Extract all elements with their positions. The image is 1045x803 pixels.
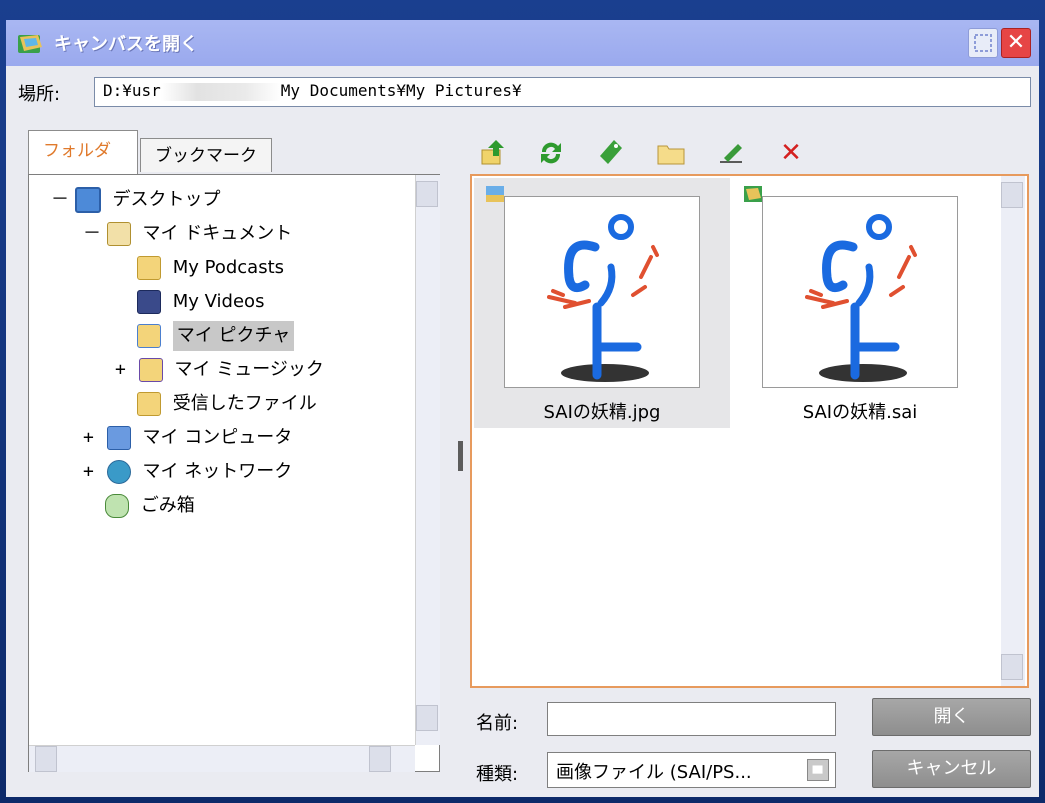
tree-item-my-videos[interactable]: My Videos	[137, 287, 264, 317]
sai-fairy-illustration	[805, 214, 917, 382]
location-path-end: My Documents¥My Pictures¥	[280, 81, 522, 100]
delete-button[interactable]: ✕	[774, 136, 808, 170]
my-documents-icon	[106, 222, 131, 246]
scroll-up-button[interactable]	[416, 181, 438, 207]
tree-item-label: ごみ箱	[140, 495, 195, 516]
up-folder-icon	[481, 140, 504, 165]
scroll-up-button[interactable]	[1001, 182, 1023, 208]
expand-toggle[interactable]: +	[83, 457, 101, 487]
tree-item-label: マイ ネットワーク	[142, 461, 293, 482]
pane-splitter[interactable]	[458, 441, 463, 471]
dialog-window: キャンバスを開く ✕ 場所: D:¥usr My Documents¥My Pic…	[0, 0, 1045, 803]
tree-item-label: My Videos	[172, 291, 265, 312]
files-vertical-scrollbar[interactable]	[1001, 176, 1025, 686]
file-item-jpg[interactable]: SAIの妖精.jpg	[474, 178, 730, 428]
up-folder-button[interactable]	[476, 136, 510, 170]
tree-item-label: マイ コンピュータ	[142, 427, 293, 448]
tree-item-received-files[interactable]: 受信したファイル	[137, 389, 317, 419]
tree-vertical-scrollbar[interactable]	[415, 175, 440, 745]
scroll-right-button[interactable]	[369, 746, 391, 772]
tree-item-label: My Podcasts	[172, 257, 285, 278]
title-bar[interactable]: キャンバスを開く ✕	[6, 20, 1039, 66]
sai-app-icon	[18, 35, 42, 53]
rename-icon	[720, 144, 742, 163]
delete-icon: ✕	[780, 138, 802, 168]
thumbnail-preview	[762, 196, 958, 388]
collapse-toggle[interactable]: －	[51, 185, 69, 215]
tree-horizontal-scrollbar[interactable]	[29, 745, 415, 772]
maximize-button[interactable]	[968, 28, 998, 58]
dialog-title: キャンバスを開く	[54, 34, 198, 55]
refresh-button[interactable]	[534, 136, 568, 170]
scroll-left-button[interactable]	[35, 746, 57, 772]
scroll-down-button[interactable]	[416, 705, 438, 731]
sai-file-badge-icon	[744, 186, 762, 202]
filetype-value: 画像ファイル (SAI/PS...	[556, 762, 752, 783]
rename-button[interactable]	[714, 136, 748, 170]
bookmark-tag-icon	[600, 140, 622, 164]
expand-toggle[interactable]: +	[115, 355, 133, 385]
filetype-label: 種類:	[476, 764, 519, 785]
filename-label: 名前:	[476, 713, 519, 734]
add-bookmark-button[interactable]	[594, 136, 628, 170]
pictures-folder-icon	[137, 324, 161, 348]
tab-bookmarks[interactable]: ブックマーク	[140, 138, 272, 172]
folder-tree: － デスクトップ － マイ ドキュメント My Podcasts My Vide…	[28, 174, 440, 772]
collapse-toggle[interactable]: －	[83, 219, 101, 249]
network-icon	[106, 460, 131, 484]
expand-toggle[interactable]: +	[83, 423, 101, 453]
location-label: 場所:	[18, 84, 61, 105]
location-path-start: D:¥usr	[103, 81, 161, 100]
tree-item-label: マイ ピクチャ	[172, 321, 295, 351]
scroll-down-button[interactable]	[1001, 654, 1023, 680]
tree-item-my-computer[interactable]: + マイ コンピュータ	[83, 423, 292, 453]
tree-item-my-network[interactable]: + マイ ネットワーク	[83, 457, 292, 487]
redacted-username	[160, 82, 281, 101]
computer-icon	[106, 426, 131, 450]
thumbnail-preview	[504, 196, 700, 388]
tree-item-recycle-bin[interactable]: ごみ箱	[105, 491, 195, 521]
chevron-down-icon	[812, 765, 823, 774]
folder-icon	[137, 256, 161, 280]
dropdown-arrow-icon[interactable]	[807, 759, 829, 781]
refresh-icon	[541, 142, 561, 164]
desktop-icon	[74, 187, 101, 213]
tree-item-label: デスクトップ	[112, 189, 221, 210]
videos-folder-icon	[137, 290, 161, 314]
filetype-select[interactable]: 画像ファイル (SAI/PS...	[547, 752, 836, 788]
cancel-button[interactable]: キャンセル	[872, 750, 1031, 788]
tree-item-my-podcasts[interactable]: My Podcasts	[137, 253, 284, 283]
file-name: SAIの妖精.sai	[802, 402, 918, 423]
tree-item-my-documents[interactable]: － マイ ドキュメント	[83, 219, 292, 249]
sai-fairy-illustration	[547, 214, 659, 382]
file-list: SAIの妖精.jpg SAIの妖精.sai	[470, 174, 1029, 688]
recycle-bin-icon	[105, 494, 129, 518]
tree-item-label: マイ ドキュメント	[142, 223, 293, 244]
tab-folders[interactable]: フォルダ	[28, 130, 138, 174]
tree-item-my-music[interactable]: + マイ ミュージック	[115, 355, 324, 385]
music-folder-icon	[138, 358, 163, 382]
close-icon: ✕	[1006, 30, 1026, 55]
maximize-icon	[974, 34, 992, 52]
location-field[interactable]: D:¥usr My Documents¥My Pictures¥	[94, 77, 1031, 107]
folder-icon	[137, 392, 161, 416]
close-button[interactable]: ✕	[1001, 28, 1031, 58]
open-button[interactable]: 開く	[872, 698, 1031, 736]
tree-item-label: 受信したファイル	[172, 393, 317, 414]
new-folder-icon	[657, 145, 685, 165]
image-file-badge-icon	[486, 186, 504, 202]
tree-item-label: マイ ミュージック	[174, 359, 324, 380]
filename-input[interactable]	[547, 702, 836, 736]
new-folder-button[interactable]	[654, 136, 688, 170]
tree-item-my-pictures[interactable]: マイ ピクチャ	[137, 321, 295, 351]
tree-item-desktop[interactable]: － デスクトップ	[51, 185, 220, 215]
file-item-sai[interactable]: SAIの妖精.sai	[732, 178, 988, 428]
dialog-body: 場所: D:¥usr My Documents¥My Pictures¥ フォルダ…	[6, 66, 1039, 797]
file-name: SAIの妖精.jpg	[543, 402, 661, 423]
